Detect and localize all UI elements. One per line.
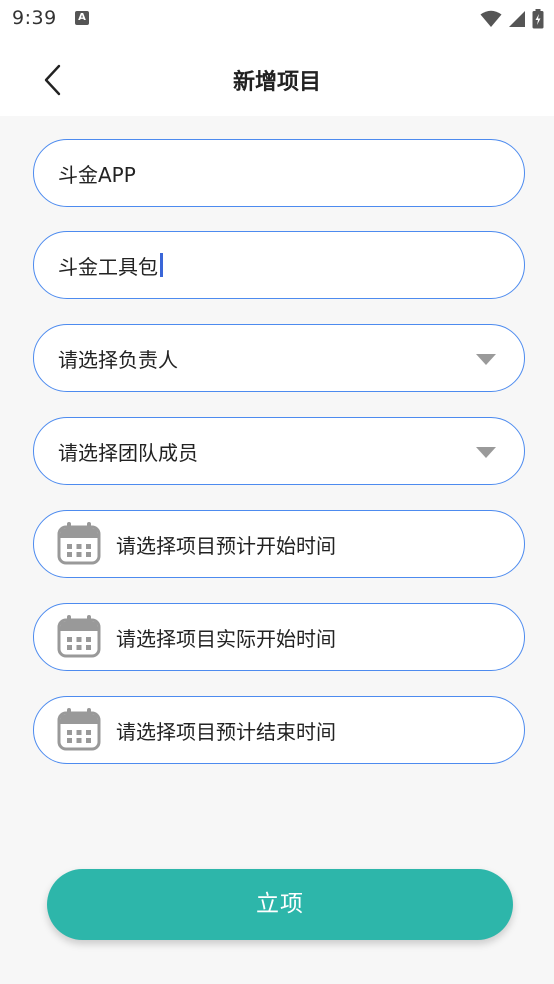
- owner-select[interactable]: 请选择负责人: [33, 324, 525, 392]
- planned-start-date-picker[interactable]: 请选择项目预计开始时间: [33, 510, 525, 578]
- wifi-icon: [480, 10, 502, 27]
- members-select[interactable]: 请选择团队成员: [33, 417, 525, 485]
- project-name-value: 斗金APP: [58, 162, 136, 187]
- calendar-icon: [56, 614, 102, 660]
- status-time: 9:39: [12, 7, 57, 29]
- planned-end-placeholder: 请选择项目预计结束时间: [116, 719, 336, 744]
- planned-start-placeholder: 请选择项目预计开始时间: [116, 533, 336, 558]
- actual-start-placeholder: 请选择项目实际开始时间: [116, 626, 336, 651]
- triangle-down-icon: [476, 354, 496, 365]
- status-bar: 9:39 A: [0, 0, 554, 40]
- header: 新增项目: [0, 40, 554, 116]
- project-desc-value: 斗金工具包: [58, 254, 158, 279]
- project-name-input[interactable]: 斗金APP: [33, 139, 525, 207]
- page-title: 新增项目: [232, 70, 321, 95]
- owner-select-placeholder: 请选择负责人: [58, 347, 178, 372]
- triangle-down-icon: [476, 447, 496, 458]
- signal-icon: [509, 11, 525, 27]
- calendar-icon: [56, 707, 102, 753]
- actual-start-date-picker[interactable]: 请选择项目实际开始时间: [33, 603, 525, 671]
- project-desc-input[interactable]: 斗金工具包: [33, 231, 525, 299]
- members-select-placeholder: 请选择团队成员: [58, 440, 198, 465]
- status-icons: [480, 7, 544, 31]
- a-icon: A: [75, 11, 89, 25]
- planned-end-date-picker[interactable]: 请选择项目预计结束时间: [33, 696, 525, 764]
- battery-charging-icon: [532, 9, 544, 29]
- calendar-icon: [56, 521, 102, 567]
- submit-button[interactable]: 立项: [47, 869, 513, 940]
- text-caret: [160, 253, 163, 277]
